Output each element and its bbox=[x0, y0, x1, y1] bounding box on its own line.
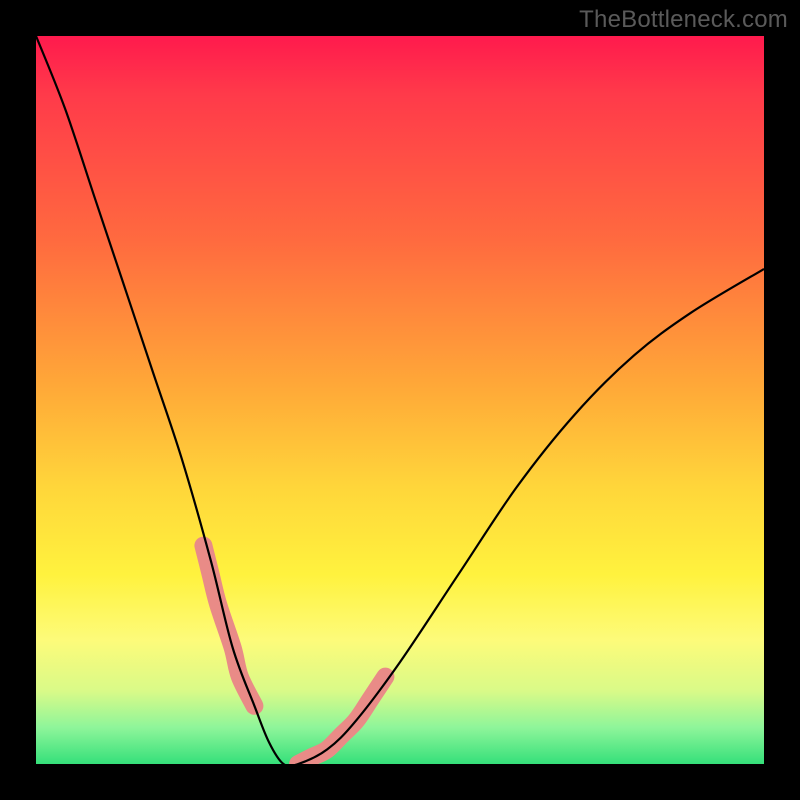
highlight-right bbox=[298, 677, 385, 764]
curve-svg bbox=[36, 36, 764, 764]
highlight-left bbox=[203, 546, 254, 706]
plot-area bbox=[36, 36, 764, 764]
watermark-text: TheBottleneck.com bbox=[579, 6, 788, 34]
bottleneck-curve bbox=[36, 36, 764, 764]
chart-frame: TheBottleneck.com bbox=[0, 0, 800, 800]
